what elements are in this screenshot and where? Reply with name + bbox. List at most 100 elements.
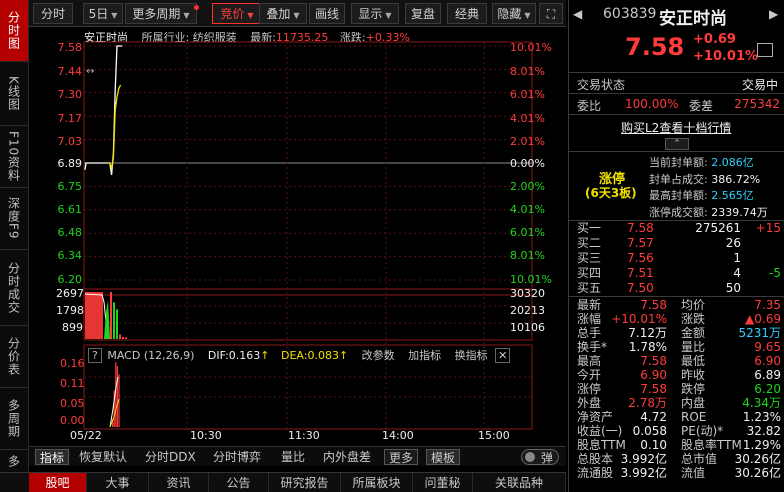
stat-value: 4.72: [640, 410, 667, 424]
bid-row[interactable]: 买一 7.58 275261 +15: [577, 221, 781, 236]
stat-row: 涨幅 +10.01% 涨跌 ▲0.69: [577, 312, 783, 326]
five-day-dropdown[interactable]: 5日 ▼: [83, 3, 123, 24]
volume-bar: [85, 292, 103, 339]
stat-row: 最高 7.58 最低 6.90: [577, 354, 783, 368]
time-tick: 05/22: [70, 429, 102, 442]
chevron-down-icon: ▼: [385, 11, 392, 20]
bid-row[interactable]: 买二 7.57 26: [577, 236, 781, 251]
display-dropdown[interactable]: 显示 ▼: [351, 3, 399, 24]
pct-tick: 4.01%: [510, 112, 545, 125]
toggle-knob-icon: [525, 452, 535, 462]
more-button[interactable]: 更多: [384, 449, 419, 465]
fenshi-game-button[interactable]: 分时博弈: [213, 449, 261, 465]
stock-name: 安正时尚: [659, 9, 727, 29]
stat-row: 涨停 7.58 跌停 6.20: [577, 382, 783, 396]
stat-value: 5231万: [738, 326, 781, 340]
stat-label: ROE: [681, 410, 707, 424]
time-tick: 11:30: [288, 429, 320, 442]
volume-tick: 20213: [510, 304, 545, 317]
collapse-icon[interactable]: ⌃: [665, 138, 689, 150]
in-out-diff-button[interactable]: 内外盘差: [323, 449, 371, 465]
tab-fenshi-chart[interactable]: 分时图: [0, 0, 28, 62]
macd-tick: 0.11: [60, 377, 85, 390]
pre-open-line: [84, 162, 108, 170]
fenshi-ddx-button[interactable]: 分时DDX: [145, 449, 196, 465]
tab-news[interactable]: 资讯: [149, 473, 209, 492]
crosshair-toggle-icon[interactable]: ↔: [86, 66, 94, 77]
tab-events[interactable]: 大事: [87, 473, 149, 492]
stat-label: 流通股: [577, 466, 614, 480]
price-change: +0.69: [693, 32, 736, 47]
forward-arrow-icon[interactable]: ▶: [769, 7, 778, 21]
pct-tick: 2.01%: [510, 135, 545, 148]
classic-button[interactable]: 经典: [447, 3, 487, 24]
stat-value: 6.90: [640, 368, 667, 382]
stat-value: +10.01%: [611, 312, 667, 326]
hide-dropdown[interactable]: 隐藏 ▼: [492, 3, 536, 24]
stat-label: 收益(一): [577, 424, 623, 438]
tab-tick-trades[interactable]: 分时成交: [0, 250, 28, 326]
copy-icon[interactable]: [757, 43, 773, 57]
bid-row[interactable]: 买四 7.51 4 -5: [577, 266, 781, 281]
draw-line-button[interactable]: 画线: [309, 3, 345, 24]
popup-toggle[interactable]: 弹: [521, 449, 559, 465]
pct-tick: 8.01%: [510, 65, 545, 78]
back-arrow-icon[interactable]: ◀: [573, 7, 582, 21]
macd-bar: [116, 366, 118, 427]
change-params-button[interactable]: 改参数: [362, 349, 395, 362]
more-period-dropdown[interactable]: 更多周期 ▼: [125, 3, 197, 24]
stat-row: 收益(一) 0.058 PE(动)* 32.82: [577, 424, 783, 438]
replay-button[interactable]: 复盘: [405, 3, 441, 24]
volume-ratio-button[interactable]: 量比: [281, 449, 305, 465]
help-icon[interactable]: ?: [88, 348, 102, 363]
macd-label[interactable]: MACD (12,26,9): [107, 349, 194, 362]
template-button[interactable]: 模板: [426, 449, 461, 465]
restore-default-button[interactable]: 恢复默认: [79, 449, 127, 465]
bid-row[interactable]: 买三 7.56 1: [577, 251, 781, 266]
fenshi-button[interactable]: 分时: [33, 3, 73, 24]
tab-announcements[interactable]: 公告: [209, 473, 269, 492]
tab-sectors[interactable]: 所属板块: [341, 473, 413, 492]
stat-row: 最新 7.58 均价 7.35: [577, 298, 783, 312]
tab-related[interactable]: 关联品种: [473, 473, 566, 492]
price-tick: 7.03: [57, 135, 83, 148]
arrow-up-icon: ↑: [260, 349, 270, 362]
tab-depth-f9[interactable]: 深度F9: [0, 188, 28, 250]
avg-price-line: [108, 84, 122, 171]
close-icon[interactable]: ✕: [495, 348, 511, 363]
tab-price-table[interactable]: 分价表: [0, 326, 28, 388]
stat-label: 金额: [681, 326, 706, 340]
switch-indicator-button[interactable]: 换指标: [455, 349, 488, 362]
volume-bar: [116, 309, 118, 339]
chevron-down-icon: ▼: [524, 11, 531, 20]
stat-row: 今开 6.90 昨收 6.89: [577, 368, 783, 382]
fullscreen-icon[interactable]: ⛶: [539, 3, 563, 24]
indicator-button[interactable]: 指标: [35, 449, 70, 465]
macd-tick: 0.05: [60, 397, 85, 410]
stat-value: 2.78万: [628, 396, 667, 410]
stat-value: 0.058: [632, 424, 667, 438]
volume-tick: 899: [62, 321, 83, 334]
bidding-dropdown[interactable]: 竞价 ▼: [212, 3, 262, 24]
stat-label: 昨收: [681, 368, 706, 382]
time-tick: 15:00: [478, 429, 510, 442]
weibi-row: 委比 100.00% 委差 275342: [577, 97, 780, 113]
bid-row[interactable]: 买五 7.50 50: [577, 281, 781, 296]
tab-ask-secretary[interactable]: 问董秘: [413, 473, 473, 492]
l2-link[interactable]: 购买L2查看十档行情: [621, 119, 731, 136]
intraday-chart[interactable]: [29, 27, 566, 445]
stat-label: 涨跌: [681, 312, 706, 326]
stat-value: 9.65: [754, 340, 781, 354]
stat-row: 总手 7.12万 金额 5231万: [577, 326, 783, 340]
overlay-dropdown[interactable]: 叠加 ▼: [259, 3, 307, 24]
tab-guba[interactable]: 股吧: [29, 473, 87, 492]
tab-research[interactable]: 研究报告: [269, 473, 341, 492]
stat-label: 内盘: [681, 396, 706, 410]
tab-multi-period[interactable]: 多周期: [0, 388, 28, 450]
tab-more[interactable]: 多: [0, 450, 28, 472]
add-indicator-button[interactable]: 加指标: [408, 349, 441, 362]
tab-k-line[interactable]: K线图: [0, 62, 28, 126]
tab-f10[interactable]: F10资料: [0, 126, 28, 188]
stat-row: 外盘 2.78万 内盘 4.34万: [577, 396, 783, 410]
volume-tick: 10106: [510, 321, 545, 334]
